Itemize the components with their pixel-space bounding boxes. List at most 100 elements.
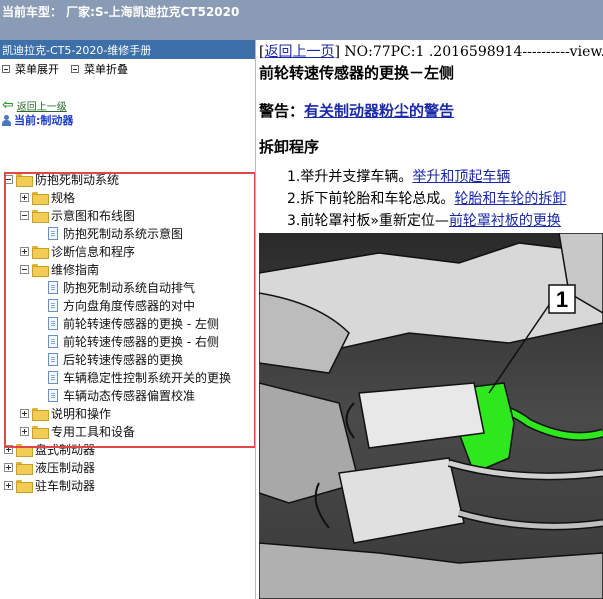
expand-menu-label: 菜单展开: [15, 63, 59, 76]
document-icon: [48, 316, 58, 330]
folder-icon: [32, 407, 49, 421]
manual-title: 凯迪拉克-CT5-2020-维修手册: [0, 40, 255, 59]
document-icon: [48, 280, 58, 294]
document-icon: [48, 352, 58, 366]
step-1: 1.举升并支撑车辆。举升和顶起车辆: [287, 166, 510, 186]
document-view: [返回上一页] NO:77PC:1 .2016598914----------v…: [257, 40, 603, 599]
tree-item-label[interactable]: 液压制动器: [35, 459, 95, 476]
back-to-parent-link[interactable]: ⇦ 返回上一级: [2, 97, 67, 113]
tree-item-label[interactable]: 诊断信息和程序: [51, 243, 135, 260]
tree-item-label[interactable]: 方向盘角度传感器的对中: [63, 297, 195, 314]
current-location: 当前:制动器: [2, 113, 73, 127]
back-arrow-icon: ⇦: [2, 97, 14, 113]
tree-item[interactable]: 前轮转速传感器的更换 - 右侧: [48, 332, 219, 350]
document-icon: [48, 388, 58, 402]
tree-item-label[interactable]: 示意图和布线图: [51, 207, 135, 224]
back-to-parent-label[interactable]: 返回上一级: [17, 98, 67, 113]
tree-item[interactable]: 规格: [20, 188, 75, 206]
tree-item-label[interactable]: 车辆稳定性控制系统开关的更换: [63, 369, 231, 386]
collapse-minus-icon[interactable]: [20, 210, 29, 220]
tree-item-label[interactable]: 规格: [51, 189, 75, 206]
step-3: 3.前轮罩衬板»重新定位—前轮罩衬板的更换: [287, 210, 561, 230]
page-title: 前轮转速传感器的更换－左侧: [259, 64, 455, 82]
tree-item[interactable]: 方向盘角度传感器的对中: [48, 296, 195, 314]
tree-item-label[interactable]: 防抱死制动系统自动排气: [63, 279, 195, 296]
section-title: 拆卸程序: [259, 138, 320, 156]
expand-plus-icon[interactable]: [4, 462, 13, 472]
tree-item-label[interactable]: 车辆动态传感器偏置校准: [63, 387, 195, 404]
expand-plus-icon[interactable]: [20, 192, 29, 202]
tree-toolbar: 菜单展开 菜单折叠: [0, 59, 255, 79]
tree-item-label[interactable]: 专用工具和设备: [51, 423, 135, 440]
collapse-minus-icon[interactable]: [20, 264, 29, 274]
tree-item[interactable]: 说明和操作: [20, 404, 111, 422]
step-2-text: 2.拆下前轮胎和车轮总成。: [287, 191, 455, 207]
document-icon: [48, 334, 58, 348]
folder-icon: [32, 209, 49, 223]
warning-line: 警告：有关制动器粉尘的警告: [259, 100, 454, 121]
current-location-label: 当前:制动器: [14, 114, 74, 127]
step-3-link[interactable]: 前轮罩衬板的更换: [449, 213, 561, 229]
tree-item[interactable]: 车辆动态传感器偏置校准: [48, 386, 195, 404]
folder-icon: [32, 191, 49, 205]
callout-number: 1: [556, 287, 568, 312]
folder-icon: [16, 173, 33, 187]
folder-icon: [16, 461, 33, 475]
tree-item[interactable]: 防抱死制动系统: [4, 170, 119, 188]
collapse-icon: [71, 65, 79, 73]
folder-icon: [32, 425, 49, 439]
car-model-text: 当前车型： 厂家:S-上海凯迪拉克CT52020: [2, 5, 240, 19]
document-icon: [48, 226, 58, 240]
expand-plus-icon[interactable]: [4, 444, 13, 454]
step-1-text: 1.举升并支撑车辆。: [287, 169, 413, 185]
sensor-diagram: 1: [259, 233, 603, 599]
user-icon: [2, 114, 11, 126]
expand-plus-icon[interactable]: [4, 480, 13, 490]
tree-item[interactable]: 车辆稳定性控制系统开关的更换: [48, 368, 231, 386]
step-1-link[interactable]: 举升和顶起车辆: [412, 169, 510, 185]
tree-item-label[interactable]: 说明和操作: [51, 405, 111, 422]
folder-icon: [32, 263, 49, 277]
tree-item-label[interactable]: 防抱死制动系统示意图: [63, 225, 183, 242]
tree-item-label[interactable]: 前轮转速传感器的更换 - 左侧: [63, 315, 219, 332]
expand-icon: [2, 65, 10, 73]
back-page-link[interactable]: 返回上一页: [264, 44, 334, 60]
folder-icon: [32, 245, 49, 259]
tree-item[interactable]: 防抱死制动系统示意图: [48, 224, 183, 242]
tree-item-label[interactable]: 防抱死制动系统: [35, 171, 119, 188]
step-3-text: 3.前轮罩衬板»重新定位—: [287, 213, 449, 229]
expand-plus-icon[interactable]: [20, 408, 29, 418]
warning-prefix: 警告：: [259, 102, 305, 120]
doc-nav-line: [返回上一页] NO:77PC:1 .2016598914----------v…: [259, 41, 603, 61]
tree-item[interactable]: 维修指南: [20, 260, 99, 278]
collapse-minus-icon[interactable]: [4, 174, 13, 184]
collapse-menu-label: 菜单折叠: [84, 63, 128, 76]
folder-icon: [16, 479, 33, 493]
document-icon: [48, 298, 58, 312]
expand-plus-icon[interactable]: [20, 246, 29, 256]
collapse-menu-button[interactable]: 菜单折叠: [71, 61, 128, 77]
tree-item[interactable]: 诊断信息和程序: [20, 242, 135, 260]
tree-item-label[interactable]: 盘式制动器: [35, 441, 95, 458]
car-model-banner: 当前车型： 厂家:S-上海凯迪拉克CT52020: [0, 0, 603, 40]
navigation-panel: 凯迪拉克-CT5-2020-维修手册 菜单展开 菜单折叠 ⇦ 返回上一级 当前:…: [0, 40, 256, 599]
tree-item[interactable]: 后轮转速传感器的更换: [48, 350, 183, 368]
tree-item-label[interactable]: 前轮转速传感器的更换 - 右侧: [63, 333, 219, 350]
tree-item[interactable]: 液压制动器: [4, 458, 95, 476]
tree-item[interactable]: 盘式制动器: [4, 440, 95, 458]
expand-menu-button[interactable]: 菜单展开: [2, 61, 59, 77]
brake-dust-warning-link[interactable]: 有关制动器粉尘的警告: [304, 102, 454, 120]
tree-item-label[interactable]: 驻车制动器: [35, 477, 95, 494]
tree-item-label[interactable]: 后轮转速传感器的更换: [63, 351, 183, 368]
step-2: 2.拆下前轮胎和车轮总成。轮胎和车轮的拆卸: [287, 188, 566, 208]
tree-item[interactable]: 防抱死制动系统自动排气: [48, 278, 195, 296]
tree-item[interactable]: 示意图和布线图: [20, 206, 135, 224]
doc-info: NO:77PC:1 .2016598914----------view.: [339, 44, 603, 60]
document-icon: [48, 370, 58, 384]
tree-item[interactable]: 专用工具和设备: [20, 422, 135, 440]
tree-item-label[interactable]: 维修指南: [51, 261, 99, 278]
tree-item[interactable]: 前轮转速传感器的更换 - 左侧: [48, 314, 219, 332]
tree-item[interactable]: 驻车制动器: [4, 476, 95, 494]
expand-plus-icon[interactable]: [20, 426, 29, 436]
step-2-link[interactable]: 轮胎和车轮的拆卸: [454, 191, 566, 207]
